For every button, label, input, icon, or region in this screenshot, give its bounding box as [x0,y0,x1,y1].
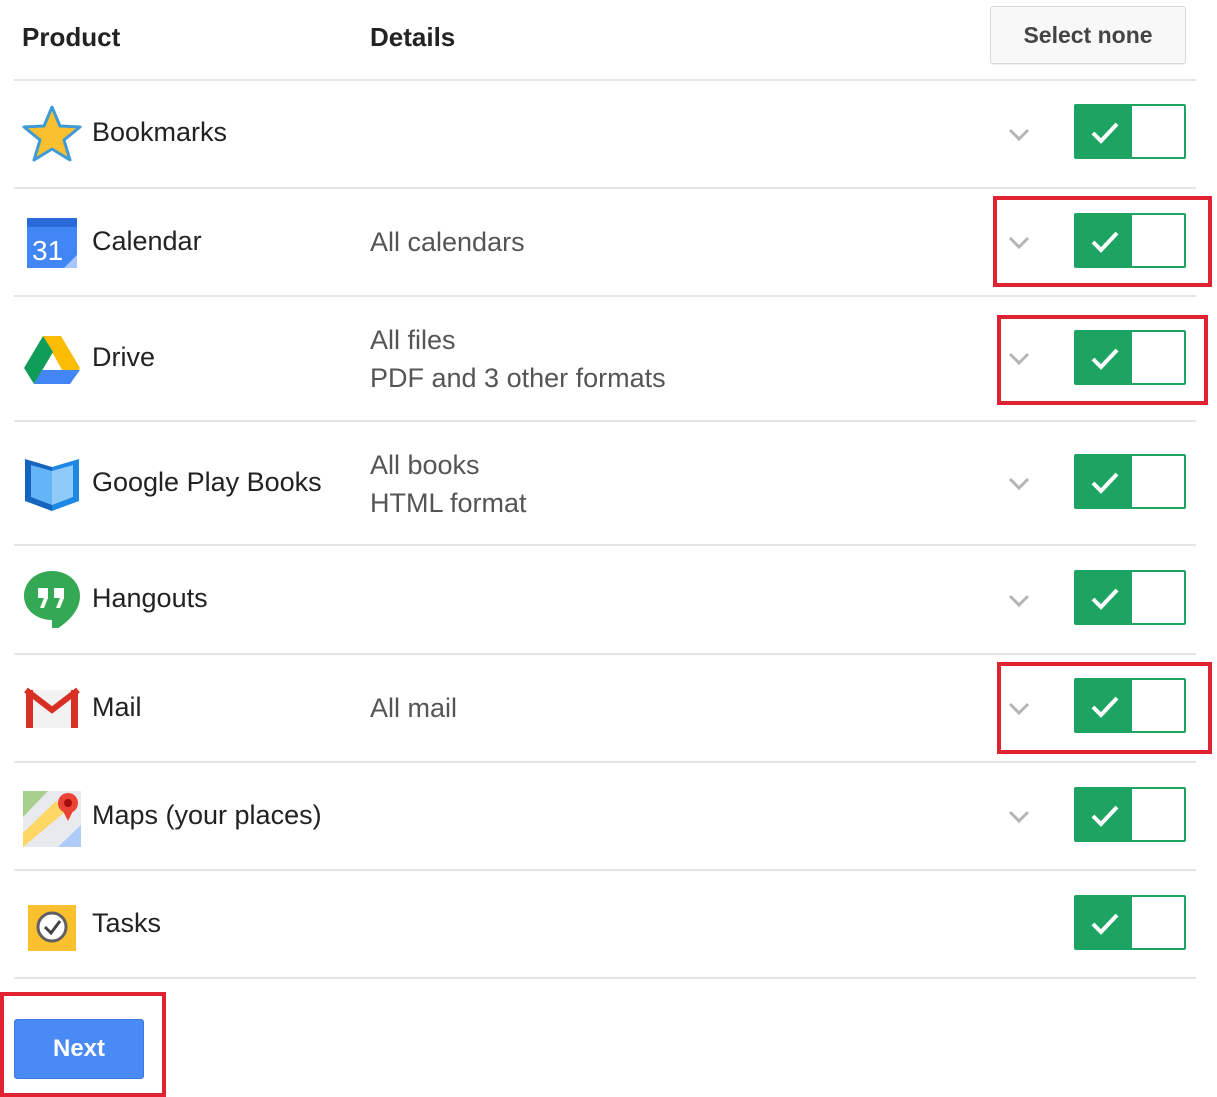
details-line: All files [370,325,456,355]
product-name: Calendar [92,226,202,256]
play-books-icon [22,453,82,513]
product-row-maps: Maps (your places) [0,763,1217,871]
checkmark-icon [1091,472,1119,494]
product-toggle[interactable] [1074,104,1186,159]
highlight-box-drive [997,315,1208,405]
highlight-box-mail [997,662,1212,754]
chevron-down-icon[interactable] [1006,475,1032,493]
product-row-play-books: Google Play Books All books HTML format [0,421,1217,545]
product-toggle[interactable] [1074,570,1186,625]
hangouts-icon [22,568,82,628]
product-details: All books HTML format [370,446,527,522]
svg-text:31: 31 [32,235,63,266]
checkmark-icon [1091,588,1119,610]
product-toggle[interactable] [1074,895,1186,950]
product-name: Drive [92,342,156,372]
product-name: Hangouts [92,583,208,613]
toggle-on-state [1076,106,1132,157]
toggle-on-state [1076,572,1132,623]
highlight-box-calendar [993,196,1212,287]
product-row-tasks: Tasks [0,871,1217,979]
toggle-on-state [1076,789,1132,840]
divider [14,977,1196,979]
toggle-on-state [1076,897,1132,948]
product-details: All mail [370,689,457,727]
toggle-on-state [1076,456,1132,507]
product-toggle[interactable] [1074,787,1186,842]
product-toggle[interactable] [1074,454,1186,509]
details-line: All mail [370,693,458,723]
calendar-icon: 31 [22,212,82,272]
next-button[interactable]: Next [14,1019,144,1079]
details-line: All calendars [370,227,525,257]
checkmark-icon [1091,913,1119,935]
product-details: All calendars [370,223,525,261]
product-row-hangouts: Hangouts [0,546,1217,654]
star-icon [22,104,82,164]
chevron-down-icon[interactable] [1006,126,1032,144]
details-line: All books [370,450,480,480]
drive-icon [22,328,82,388]
product-column-header: Product [22,22,121,52]
product-details: All files PDF and 3 other formats [370,321,666,397]
tasks-icon [22,897,82,957]
product-name: Tasks [92,908,162,938]
maps-icon [22,787,82,847]
chevron-down-icon[interactable] [1006,592,1032,610]
chevron-down-icon[interactable] [1006,808,1032,826]
checkmark-icon [1091,805,1119,827]
table-header: Product Details Select none [0,0,1217,80]
details-line: HTML format [370,488,527,518]
select-none-button[interactable]: Select none [990,6,1186,64]
product-name: Mail [92,692,142,722]
product-name: Bookmarks [92,117,228,147]
details-column-header: Details [370,22,456,52]
gmail-icon [22,678,82,738]
product-name: Google Play Books [92,467,322,497]
product-row-bookmarks: Bookmarks [0,80,1217,188]
details-line: PDF and 3 other formats [370,363,666,393]
checkmark-icon [1091,122,1119,144]
product-name: Maps (your places) [92,800,322,830]
